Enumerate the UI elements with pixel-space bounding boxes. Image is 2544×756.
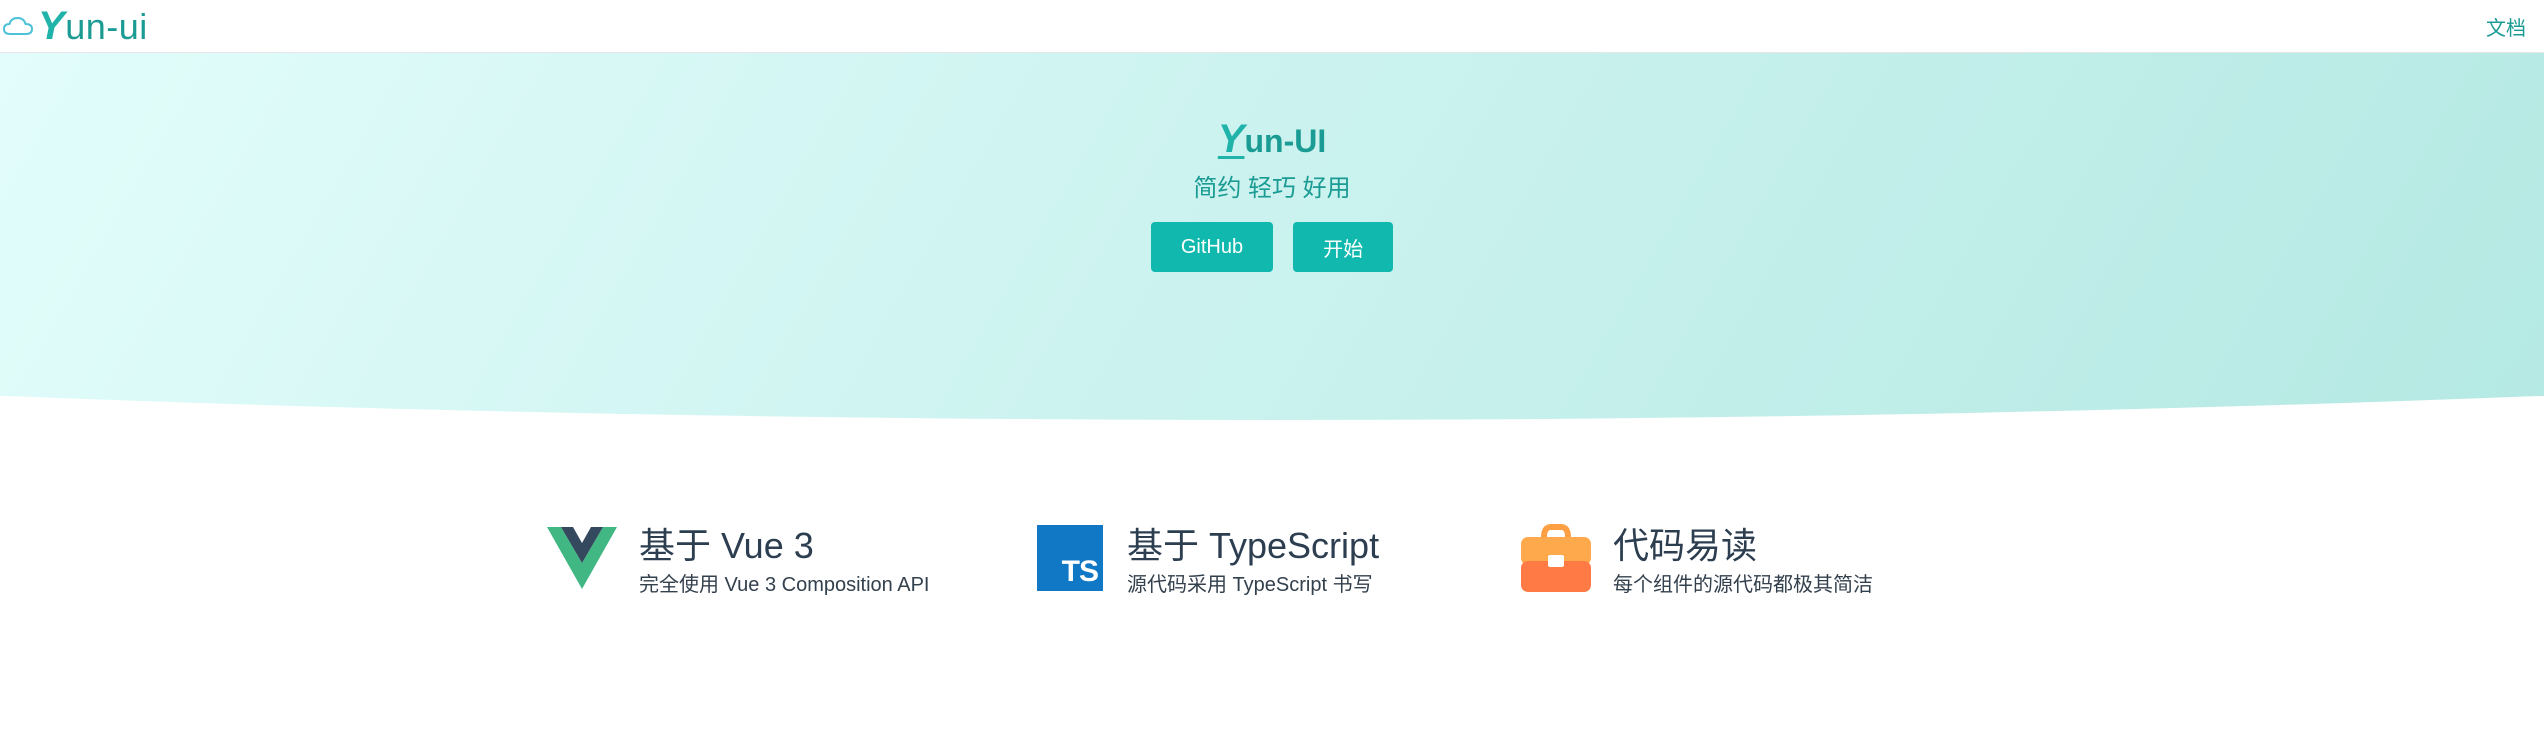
typescript-logo-icon: TS [1035,523,1105,593]
toolbox-icon [1521,523,1591,593]
feature-title: 代码易读 [1613,525,1758,566]
hero-title-initial: Y [1217,117,1245,161]
hero-actions: GitHub 开始 [1150,222,1394,272]
vue-logo-icon [547,523,617,593]
cloud-icon [3,17,33,35]
github-button[interactable]: GitHub [1150,222,1274,272]
brand-initial: Y [38,3,66,48]
feature-description: 每个组件的源代码都极其简洁 [1613,574,1873,596]
feature-typescript: TS 基于 TypeScript 源代码采用 TypeScript 书写 [1035,523,1521,597]
features-section: 基于 Vue 3 完全使用 Vue 3 Composition API TS 基… [547,523,1941,597]
feature-vue: 基于 Vue 3 完全使用 Vue 3 Composition API [547,523,1035,597]
brand-rest: un-ui [65,5,148,47]
feature-description: 完全使用 Vue 3 Composition API [639,574,930,596]
hero-banner: Yun-UI 简约 轻巧 好用 GitHub 开始 [0,53,2544,420]
hero-subtitle: 简约 轻巧 好用 [1193,175,1351,202]
hero-content: Yun-UI 简约 轻巧 好用 GitHub 开始 [0,53,2544,272]
ts-badge-text: TS [1061,555,1099,588]
ts-badge: TS [1037,525,1103,591]
brand-name: Yun-ui [38,6,148,47]
feature-description: 源代码采用 TypeScript 书写 [1127,574,1373,596]
feature-title: 基于 Vue 3 [639,525,814,566]
get-started-button[interactable]: 开始 [1293,222,1394,272]
top-navbar: Yun-ui 文档 [0,0,2544,53]
hero-title-rest: un-UI [1244,123,1327,159]
hero-title: Yun-UI [1218,118,1326,162]
nav-docs-link[interactable]: 文档 [2486,12,2526,41]
feature-title: 基于 TypeScript [1127,525,1380,566]
feature-text: 基于 TypeScript 源代码采用 TypeScript 书写 [1127,523,1379,597]
brand-logo-link[interactable]: Yun-ui [2,6,148,47]
feature-text: 代码易读 每个组件的源代码都极其简洁 [1613,523,1873,597]
feature-readable: 代码易读 每个组件的源代码都极其简洁 [1521,523,1941,597]
feature-text: 基于 Vue 3 完全使用 Vue 3 Composition API [639,523,930,597]
